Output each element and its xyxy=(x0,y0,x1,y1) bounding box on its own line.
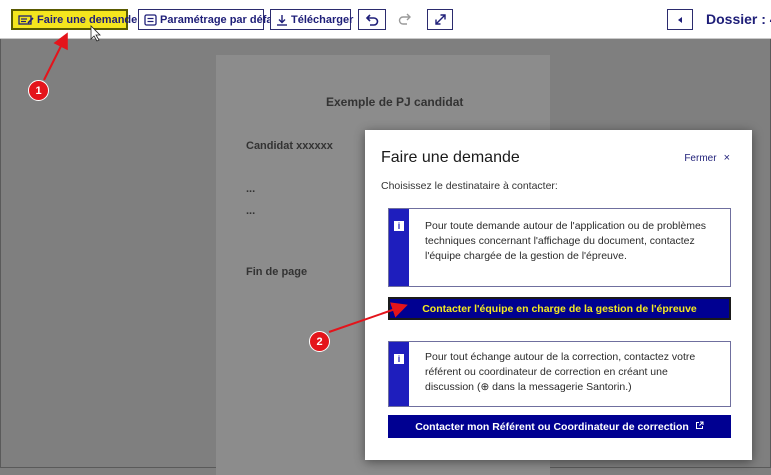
mouse-cursor-icon xyxy=(90,25,101,42)
arrow-1 xyxy=(43,32,68,81)
annotation-badge-2: 2 xyxy=(309,331,330,352)
arrow-2 xyxy=(328,302,408,333)
annotation-arrows xyxy=(43,25,408,333)
annotation-badge-1: 1 xyxy=(28,80,49,101)
